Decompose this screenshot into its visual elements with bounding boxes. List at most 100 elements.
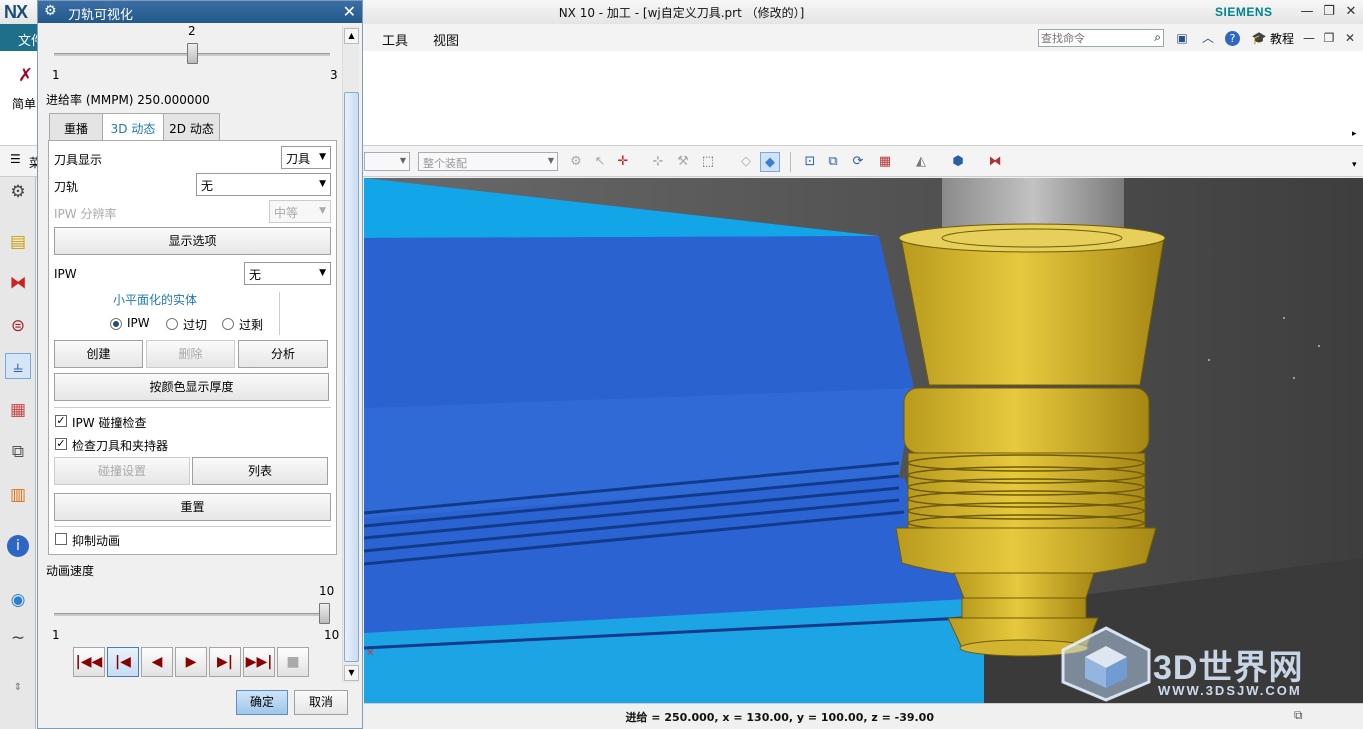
- tab-replay[interactable]: 重播: [49, 113, 103, 140]
- doc-close-icon[interactable]: ✕: [1341, 29, 1359, 47]
- window-icon[interactable]: ▣: [1173, 29, 1191, 47]
- scroll-thumb[interactable]: [344, 92, 359, 662]
- rotate-icon[interactable]: ⟳: [848, 152, 868, 172]
- toolpath-visualization-dialog: ⚙ 刀轨可视化 ✕ 2 1 3 进给率 (MMPM) 250.000000 重播…: [37, 0, 363, 729]
- search-icon[interactable]: ⌕: [1154, 30, 1161, 45]
- curve-icon[interactable]: ∼: [5, 625, 31, 651]
- ribbon-group-label[interactable]: 简单: [12, 95, 36, 112]
- suppress-animation-checkbox[interactable]: [55, 533, 67, 545]
- toolbar-more-icon[interactable]: ▾: [1352, 160, 1357, 170]
- ok-button[interactable]: 确定: [236, 690, 288, 715]
- display-options-button[interactable]: 显示选项: [54, 227, 331, 255]
- group-border: [279, 292, 280, 335]
- point-select-icon[interactable]: ⊹: [648, 152, 668, 172]
- step-forward-button[interactable]: ▶|: [209, 647, 241, 677]
- ipw-select[interactable]: 无 ▼: [244, 262, 331, 285]
- toolbar-menu-icon[interactable]: ☰: [10, 152, 21, 166]
- cancel-button[interactable]: 取消: [294, 690, 348, 715]
- axis-triad-icon: ✕: [366, 648, 374, 659]
- doc-restore-icon[interactable]: ❐: [1320, 29, 1338, 47]
- animation-speed-track[interactable]: [54, 613, 330, 616]
- help-icon[interactable]: ?: [1225, 31, 1240, 46]
- simple-command-icon[interactable]: ✗: [18, 65, 33, 86]
- animation-speed-max: 10: [324, 628, 340, 642]
- fast-forward-to-end-button[interactable]: ▶▶|: [243, 647, 275, 677]
- top-slider-thumb[interactable]: [186, 43, 198, 64]
- list-button[interactable]: 列表: [192, 457, 328, 485]
- scroll-down-icon[interactable]: ▼: [344, 665, 359, 681]
- assembly-navigator-icon[interactable]: ⧉: [5, 439, 31, 465]
- collision-settings-button[interactable]: 碰撞设置: [54, 457, 190, 485]
- play-reverse-button[interactable]: ◀: [141, 647, 173, 677]
- layout-icon[interactable]: ▦: [875, 152, 895, 172]
- scroll-up-icon[interactable]: ▲: [344, 28, 359, 44]
- ipw-collision-check-checkbox[interactable]: ✓: [55, 415, 67, 427]
- graphics-viewport[interactable]: ✕: [364, 178, 1363, 703]
- history-icon[interactable]: ◉: [5, 587, 31, 613]
- machine-tool-navigator-icon[interactable]: ⧓: [5, 270, 31, 296]
- restore-icon[interactable]: ❐: [1318, 2, 1340, 22]
- shaded-icon[interactable]: ◆: [760, 152, 780, 172]
- fit-view-icon[interactable]: ⊡: [800, 152, 820, 172]
- rewind-to-start-button[interactable]: |◀◀: [73, 647, 105, 677]
- play-forward-button[interactable]: ▶: [175, 647, 207, 677]
- cursor-icon[interactable]: ↖: [590, 152, 610, 172]
- zoom-icon[interactable]: ⧉: [823, 152, 843, 172]
- analyze-button[interactable]: 分析: [238, 340, 328, 368]
- menu-tools[interactable]: 工具: [382, 30, 408, 49]
- command-search[interactable]: ⌕: [1038, 29, 1164, 47]
- delete-button[interactable]: 删除: [146, 340, 235, 368]
- reuse-library-icon[interactable]: ▥: [5, 482, 31, 508]
- toolpath-select[interactable]: 无 ▼: [196, 173, 331, 196]
- assembly-filter-select[interactable]: 整个装配 ▼: [418, 152, 558, 171]
- doc-minimize-icon[interactable]: —: [1300, 29, 1318, 47]
- snap-point-icon[interactable]: ✛: [613, 152, 633, 172]
- geometry-navigator-icon[interactable]: ⊜: [5, 313, 31, 339]
- type-filter-select[interactable]: ▼: [364, 152, 410, 171]
- scroll-arrows-icon[interactable]: ⇕: [5, 675, 31, 701]
- fullscreen-icon[interactable]: ⧉: [1294, 708, 1303, 723]
- thickness-by-color-button[interactable]: 按颜色显示厚度: [54, 373, 329, 401]
- create-button[interactable]: 创建: [54, 340, 143, 368]
- stop-button[interactable]: ■: [277, 647, 309, 677]
- dialog-scrollbar[interactable]: ▲ ▼: [342, 26, 359, 683]
- command-search-input[interactable]: [1039, 30, 1143, 46]
- wireframe-icon[interactable]: ◇: [736, 152, 756, 172]
- resource-bar: ⚙ ▤ ⧓ ⊜ ⫨ ▦ ⧉ ▥ i ◉ ∼ ⇕: [0, 177, 36, 729]
- rectangle-select-icon[interactable]: ⬚: [698, 152, 718, 172]
- ribbon-more-icon[interactable]: ▸: [1352, 129, 1357, 139]
- tab-panel-3d: 刀具显示 刀具 ▼ 刀轨 无 ▼ IPW 分辨率 中等 ▼ 显示选项 IPW 无 ▼ 小…: [48, 140, 337, 555]
- operation-navigator-icon[interactable]: ▤: [5, 229, 31, 255]
- check-tool-holder-checkbox[interactable]: ✓: [55, 438, 67, 450]
- dialog-settings-icon[interactable]: ⚙: [44, 3, 57, 19]
- radio-overcut[interactable]: [166, 318, 178, 330]
- tutorial-link[interactable]: 教程: [1270, 30, 1294, 47]
- filter-icon[interactable]: ⚙: [566, 152, 586, 172]
- minimize-icon[interactable]: —: [1296, 2, 1318, 22]
- reset-button[interactable]: 重置: [54, 493, 331, 521]
- tab-3d-dynamic[interactable]: 3D 动态: [102, 113, 164, 141]
- step-back-button[interactable]: |◀: [107, 647, 139, 677]
- status-readout: 进给 = 250.000, x = 130.00, y = 100.00, z …: [625, 711, 934, 724]
- animation-speed-thumb[interactable]: [319, 603, 330, 624]
- settings-gear-icon[interactable]: ⚙: [5, 179, 31, 205]
- dialog-title-bar[interactable]: ⚙ 刀轨可视化 ✕: [38, 1, 362, 23]
- method-navigator-icon[interactable]: ⫨: [5, 353, 31, 379]
- toolpath-label: 刀轨: [54, 180, 79, 194]
- radio-excess[interactable]: [222, 318, 234, 330]
- machining-feature-icon[interactable]: ▦: [5, 397, 31, 423]
- ipw-resolution-select[interactable]: 中等 ▼: [269, 200, 331, 223]
- orient-view-icon[interactable]: ⬢: [948, 152, 968, 172]
- dialog-close-icon[interactable]: ✕: [343, 2, 356, 21]
- ribbon-collapse-icon[interactable]: ︿: [1199, 29, 1217, 47]
- tab-2d-dynamic[interactable]: 2D 动态: [163, 113, 220, 140]
- feature-select-icon[interactable]: ⚒: [673, 152, 693, 172]
- section-view-icon[interactable]: ⧓: [985, 152, 1005, 172]
- render-style-icon[interactable]: ◭: [911, 152, 931, 172]
- menu-view[interactable]: 视图: [433, 30, 459, 49]
- tool-display-select[interactable]: 刀具 ▼: [281, 146, 331, 169]
- close-icon[interactable]: ✕: [1340, 2, 1362, 22]
- info-icon[interactable]: i: [7, 535, 29, 557]
- radio-ipw[interactable]: [110, 318, 122, 330]
- graduation-cap-icon[interactable]: 🎓: [1250, 29, 1268, 47]
